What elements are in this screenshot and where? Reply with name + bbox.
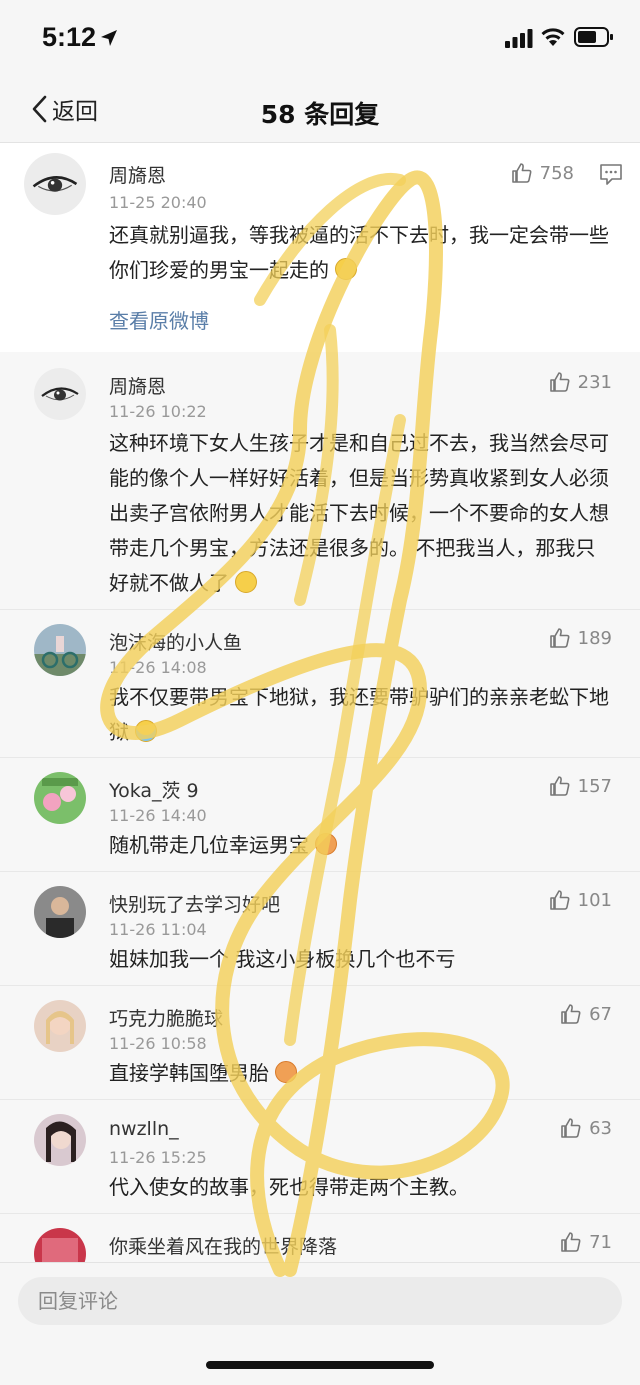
thumbs-up-icon	[511, 163, 532, 183]
comment-author[interactable]: 周旖恩	[109, 372, 166, 399]
like-count: 63	[589, 1117, 612, 1139]
portrait-photo-avatar	[34, 1114, 86, 1166]
like-button[interactable]: 157	[548, 774, 612, 798]
list-item: nwzlln_ 11-26 15:25 代入使女的故事，死也得带走两个主教。 6…	[0, 1100, 640, 1214]
comment-time: 11-26 14:40	[109, 806, 207, 825]
page-title: 58 条回复	[260, 100, 380, 129]
comment-author[interactable]: 巧克力脆脆球	[109, 1004, 223, 1031]
avatar[interactable]	[34, 772, 86, 824]
flower-sticker-avatar	[34, 772, 86, 824]
comment-author[interactable]: 周旖恩	[109, 161, 166, 188]
comment-author[interactable]: 快别玩了去学习好吧	[109, 890, 280, 917]
portrait-photo-avatar	[34, 1000, 86, 1052]
bicycle-photo-avatar	[34, 624, 86, 676]
comment-reply-icon[interactable]	[598, 161, 624, 187]
comment-text: 随机带走几位幸运男宝	[109, 828, 609, 863]
battery-icon	[574, 27, 613, 47]
comment-text: 姐妹加我一个 我这小身板换几个也不亏	[109, 947, 456, 971]
thumbs-up-icon	[561, 1004, 581, 1024]
eye-avatar-image	[34, 368, 86, 420]
replies-list: 周旖恩 11-26 10:22 这种环境下女人生孩子才是和自己过不去，我当然会尽…	[0, 352, 640, 1272]
comment-time: 11-26 10:58	[109, 1034, 207, 1053]
comment-time: 11-26 14:08	[109, 658, 207, 677]
list-item: Yoka_茨 9 11-26 14:40 随机带走几位幸运男宝 157	[0, 758, 640, 872]
like-button[interactable]: 71	[559, 1230, 612, 1254]
list-item: 泡沫海的小人鱼 11-26 14:08 我不仅要带男宝下地狱，我还要带驴驴们的亲…	[0, 610, 640, 758]
comment-author[interactable]: Yoka_茨 9	[109, 776, 199, 803]
comment-author[interactable]: 你乘坐着风在我的世界降落	[109, 1232, 337, 1259]
laughing-emoji-icon	[315, 833, 337, 855]
comment-author[interactable]: nwzlln_	[109, 1118, 179, 1140]
wifi-icon	[541, 28, 565, 46]
like-count: 67	[589, 1003, 612, 1025]
thumbs-up-icon	[549, 628, 570, 648]
nav-bar: 返回 58 条回复	[0, 75, 640, 143]
original-comment: 周旖恩 11-25 20:40 还真就别逼我，等我被逼的活不下去时，我一定会带一…	[0, 143, 640, 353]
like-count: 189	[577, 627, 612, 649]
person-photo-avatar	[34, 886, 86, 938]
thumbs-up-icon	[549, 890, 570, 910]
like-button[interactable]: 101	[548, 888, 612, 912]
crying-emoji-icon	[135, 720, 157, 742]
laughing-emoji-icon	[275, 1061, 297, 1083]
comment-text: 直接学韩国堕男胎	[109, 1056, 609, 1091]
comment-time: 11-25 20:40	[109, 193, 207, 212]
view-original-weibo-link[interactable]: 查看原微博	[109, 305, 209, 334]
avatar[interactable]	[24, 153, 86, 215]
location-arrow-icon	[101, 30, 117, 46]
like-button[interactable]: 67	[559, 1002, 612, 1026]
like-button[interactable]: 189	[548, 626, 612, 650]
comment-time: 11-26 11:04	[109, 920, 207, 939]
avatar[interactable]	[34, 886, 86, 938]
comment-text: 代入使女的故事，死也得带走两个主教。	[109, 1175, 469, 1199]
avatar[interactable]	[34, 368, 86, 420]
comment-text: 还真就别逼我，等我被逼的活不下去时，我一定会带一些你们珍爱的男宝一起走的	[109, 223, 609, 282]
like-button[interactable]: 758	[510, 161, 574, 185]
comment-text: 我不仅要带男宝下地狱，我还要带驴驴们的亲亲老蚣下地狱	[109, 685, 609, 744]
smile-emoji-icon	[235, 571, 257, 593]
thumbs-up-icon	[561, 1118, 581, 1138]
thumbs-up-icon	[549, 372, 570, 392]
like-count: 157	[577, 775, 612, 797]
reply-comment-input[interactable]	[18, 1277, 622, 1325]
smile-emoji-icon	[335, 258, 357, 280]
avatar[interactable]	[34, 1114, 86, 1166]
list-item: 快别玩了去学习好吧 11-26 11:04 姐妹加我一个 我这小身板换几个也不亏…	[0, 872, 640, 986]
like-count: 101	[577, 889, 612, 911]
cellular-signal-icon	[505, 29, 533, 48]
home-indicator	[206, 1361, 434, 1369]
list-item: 巧克力脆脆球 11-26 10:58 直接学韩国堕男胎 67	[0, 986, 640, 1100]
comment-time: 11-26 15:25	[109, 1148, 207, 1167]
avatar[interactable]	[34, 624, 86, 676]
thumbs-up-icon	[549, 776, 570, 796]
like-count: 758	[539, 162, 574, 184]
eye-avatar-image	[24, 153, 86, 215]
status-time: 5:12	[42, 22, 97, 52]
comment-text: 这种环境下女人生孩子才是和自己过不去，我当然会尽可能的像个人一样好好活着，但是当…	[109, 431, 609, 595]
avatar[interactable]	[34, 1000, 86, 1052]
list-item: 周旖恩 11-26 10:22 这种环境下女人生孩子才是和自己过不去，我当然会尽…	[0, 352, 640, 610]
like-count: 71	[589, 1231, 612, 1253]
reply-bar	[0, 1262, 640, 1385]
like-count: 231	[577, 371, 612, 393]
thumbs-up-icon	[561, 1232, 581, 1252]
comment-time: 11-26 10:22	[109, 402, 207, 421]
status-bar: 5:12	[0, 0, 640, 75]
like-button[interactable]: 231	[548, 370, 612, 394]
comment-author[interactable]: 泡沫海的小人鱼	[109, 628, 242, 655]
like-button[interactable]: 63	[559, 1116, 612, 1140]
